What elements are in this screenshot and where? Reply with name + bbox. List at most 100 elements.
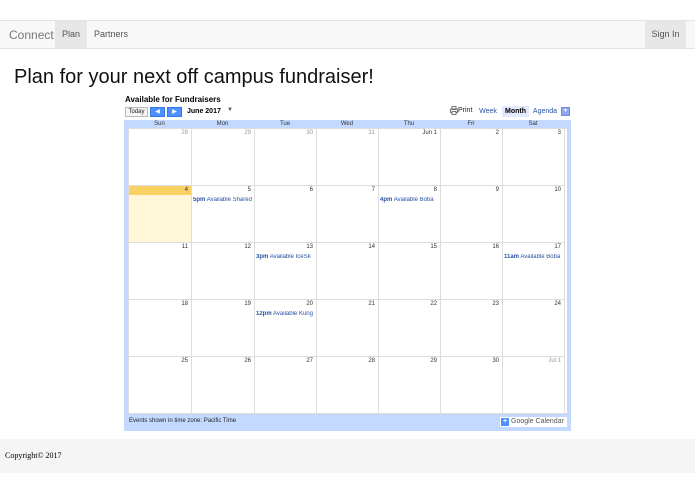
- day-cell[interactable]: 25: [129, 357, 192, 414]
- day-number[interactable]: 10: [554, 187, 561, 193]
- agenda-dropdown-icon[interactable]: ▼: [561, 107, 570, 116]
- day-number[interactable]: 19: [244, 301, 251, 307]
- day-number[interactable]: 23: [492, 301, 499, 307]
- day-number[interactable]: 17: [554, 244, 561, 250]
- day-cell[interactable]: 28: [317, 357, 379, 414]
- day-number[interactable]: 3: [558, 130, 561, 136]
- day-number[interactable]: 29: [244, 130, 251, 136]
- tab-agenda[interactable]: Agenda: [531, 106, 559, 117]
- day-cell[interactable]: 8 4pm Available Boba: [379, 186, 441, 243]
- day-cell[interactable]: 30: [255, 129, 317, 186]
- next-month-button[interactable]: ▶: [167, 107, 182, 117]
- day-cell[interactable]: 24: [503, 300, 565, 357]
- tab-week[interactable]: Week: [476, 106, 500, 117]
- month-grid: 28 29 30 31 Jun 1 2 3 4 5 5pm Available Shared 6 7 8…: [128, 128, 567, 414]
- day-number[interactable]: 16: [492, 244, 499, 250]
- prev-month-button[interactable]: ◀: [150, 107, 165, 117]
- day-number[interactable]: 20: [306, 301, 313, 307]
- day-number[interactable]: 27: [306, 358, 313, 364]
- calendar-event[interactable]: 3pm Available IceSk: [256, 254, 316, 260]
- day-number[interactable]: 30: [306, 130, 313, 136]
- day-number[interactable]: 24: [554, 301, 561, 307]
- day-number[interactable]: 9: [496, 187, 499, 193]
- print-icon[interactable]: [450, 106, 458, 115]
- day-cell[interactable]: 13 3pm Available IceSk: [255, 243, 317, 300]
- plus-icon: +: [501, 418, 509, 426]
- day-number[interactable]: 2: [496, 130, 499, 136]
- day-number[interactable]: Jul 1: [548, 358, 561, 364]
- day-cell[interactable]: 5 5pm Available Shared: [192, 186, 255, 243]
- day-number[interactable]: 14: [368, 244, 375, 250]
- weekday-label: Tue: [279, 121, 291, 127]
- signin-link[interactable]: Sign In: [645, 21, 686, 48]
- day-number[interactable]: 7: [372, 187, 375, 193]
- month-dropdown-icon[interactable]: ▼: [227, 107, 233, 113]
- day-cell[interactable]: 21: [317, 300, 379, 357]
- day-cell[interactable]: 6: [255, 186, 317, 243]
- day-number[interactable]: 8: [434, 187, 437, 193]
- day-cell[interactable]: 3: [503, 129, 565, 186]
- day-cell[interactable]: 22: [379, 300, 441, 357]
- weekday-label: Wed: [340, 121, 354, 127]
- day-number[interactable]: 4: [185, 187, 188, 193]
- day-cell[interactable]: Jul 1: [503, 357, 565, 414]
- day-number[interactable]: 31: [368, 130, 375, 136]
- today-button[interactable]: Today: [125, 107, 148, 117]
- day-cell[interactable]: 20 12pm Available Kung: [255, 300, 317, 357]
- day-cell[interactable]: 26: [192, 357, 255, 414]
- print-link[interactable]: Print: [458, 107, 472, 114]
- day-cell[interactable]: 19: [192, 300, 255, 357]
- weekday-label: Thu: [403, 121, 415, 127]
- day-cell[interactable]: 31: [317, 129, 379, 186]
- weekday-header: Sun Mon Tue Wed Thu Fri Sat: [128, 120, 567, 128]
- day-number[interactable]: Jun 1: [422, 130, 437, 136]
- day-cell[interactable]: 12: [192, 243, 255, 300]
- nav-item-plan[interactable]: Plan: [55, 21, 87, 48]
- day-cell[interactable]: 9: [441, 186, 503, 243]
- day-cell[interactable]: 17 11am Available Boba: [503, 243, 565, 300]
- day-cell[interactable]: 7: [317, 186, 379, 243]
- day-cell[interactable]: 23: [441, 300, 503, 357]
- day-cell[interactable]: 18: [129, 300, 192, 357]
- calendar-event[interactable]: 12pm Available Kung: [256, 311, 316, 317]
- calendar-event[interactable]: 11am Available Boba: [504, 254, 564, 260]
- day-cell[interactable]: 29: [379, 357, 441, 414]
- day-number[interactable]: 15: [430, 244, 437, 250]
- day-cell-today[interactable]: 4: [129, 186, 192, 243]
- day-number[interactable]: 22: [430, 301, 437, 307]
- day-number[interactable]: 25: [181, 358, 188, 364]
- day-number[interactable]: 21: [368, 301, 375, 307]
- day-cell[interactable]: 30: [441, 357, 503, 414]
- day-cell[interactable]: 16: [441, 243, 503, 300]
- day-cell-header: [503, 129, 564, 138]
- day-cell[interactable]: 27: [255, 357, 317, 414]
- day-number[interactable]: 6: [310, 187, 313, 193]
- day-cell[interactable]: 15: [379, 243, 441, 300]
- calendar-event[interactable]: 5pm Available Shared: [193, 197, 254, 203]
- event-time: 11am: [504, 254, 520, 260]
- calendar-grid-frame: Sun Mon Tue Wed Thu Fri Sat 28 29 30 31 Jun 123455…: [124, 120, 571, 431]
- brand-link[interactable]: Connect: [9, 28, 54, 42]
- day-cell[interactable]: 2: [441, 129, 503, 186]
- day-number[interactable]: 5: [248, 187, 251, 193]
- nav-item-partners[interactable]: Partners: [89, 21, 133, 48]
- day-number[interactable]: 29: [430, 358, 437, 364]
- day-number[interactable]: 28: [181, 130, 188, 136]
- day-number[interactable]: 28: [368, 358, 375, 364]
- tab-month[interactable]: Month: [502, 106, 529, 117]
- day-cell[interactable]: 10: [503, 186, 565, 243]
- day-cell[interactable]: 11: [129, 243, 192, 300]
- day-number[interactable]: 11: [182, 244, 188, 250]
- day-number[interactable]: 18: [181, 301, 188, 307]
- day-cell[interactable]: 28: [129, 129, 192, 186]
- calendar-event[interactable]: 4pm Available Boba: [380, 197, 440, 203]
- copyright-text: Copyright© 2017: [5, 451, 62, 460]
- day-cell[interactable]: 14: [317, 243, 379, 300]
- google-calendar-badge[interactable]: + Google Calendar: [499, 416, 568, 428]
- day-number[interactable]: 30: [492, 358, 499, 364]
- day-number[interactable]: 13: [306, 244, 313, 250]
- day-cell[interactable]: 29: [192, 129, 255, 186]
- day-cell[interactable]: Jun 1: [379, 129, 441, 186]
- day-number[interactable]: 26: [244, 358, 251, 364]
- day-number[interactable]: 12: [244, 244, 251, 250]
